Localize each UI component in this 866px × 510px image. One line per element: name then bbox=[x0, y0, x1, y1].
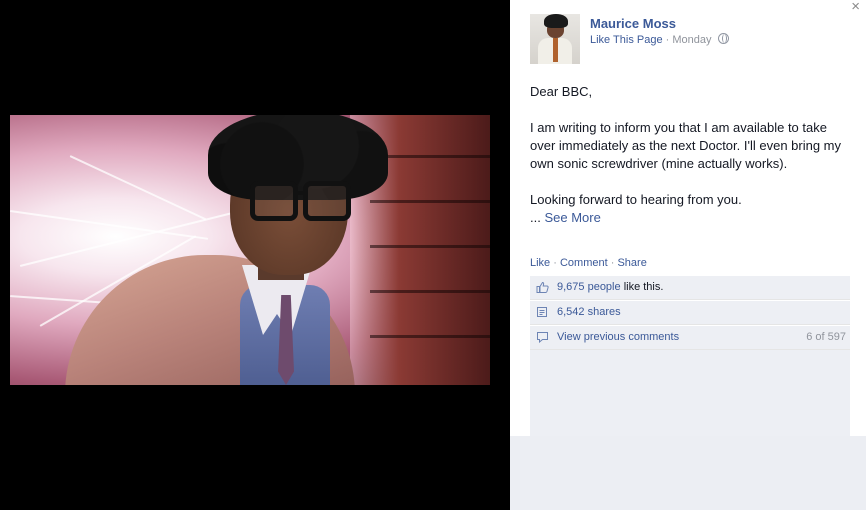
thumbs-up-icon bbox=[536, 281, 549, 293]
avatar[interactable] bbox=[530, 14, 580, 64]
comment-composer-area bbox=[510, 436, 866, 510]
globe-icon[interactable] bbox=[717, 33, 729, 44]
shares-row: 6,542 shares bbox=[530, 301, 850, 325]
close-icon[interactable]: × bbox=[851, 0, 860, 14]
post-meta: Like This Page · Monday bbox=[590, 33, 729, 46]
feedback-box: 9,675 people like this. 6,542 shares Vie… bbox=[530, 276, 850, 351]
view-previous-comments-link[interactable]: View previous comments bbox=[557, 326, 679, 349]
shares-count-link[interactable]: 6,542 shares bbox=[557, 301, 621, 324]
likes-suffix: like this. bbox=[623, 281, 664, 293]
comment-link[interactable]: Comment bbox=[560, 257, 608, 269]
comment-pagination: 6 of 597 bbox=[806, 331, 846, 343]
action-separator: · bbox=[553, 257, 557, 269]
comments-area bbox=[530, 350, 850, 436]
author-name[interactable]: Maurice Moss bbox=[590, 16, 676, 31]
post-actions: Like · Comment · Share bbox=[530, 257, 647, 269]
like-page-link[interactable]: Like This Page bbox=[590, 34, 663, 46]
likes-summary: 9,675 people like this. bbox=[557, 276, 663, 299]
comment-bubble-icon bbox=[537, 332, 548, 343]
photo-viewer-stage bbox=[0, 0, 510, 510]
share-link[interactable]: Share bbox=[617, 257, 646, 269]
post-closing: Looking forward to hearing from you. bbox=[530, 192, 742, 207]
see-more-line: ... See More bbox=[530, 209, 854, 227]
likes-row: 9,675 people like this. bbox=[530, 276, 850, 300]
like-link[interactable]: Like bbox=[530, 257, 550, 269]
share-icon bbox=[537, 307, 547, 317]
ellipsis: ... bbox=[530, 210, 541, 225]
post-photo[interactable] bbox=[10, 115, 490, 385]
post-detail-panel: × Maurice Moss Like This Page · Monday D… bbox=[510, 0, 866, 510]
post-greeting: Dear BBC, bbox=[530, 84, 593, 99]
post-message: Dear BBC, I am writing to inform you tha… bbox=[530, 83, 854, 245]
likes-count-link[interactable]: 9,675 people bbox=[557, 281, 621, 293]
meta-separator: · bbox=[665, 34, 670, 46]
action-separator: · bbox=[610, 257, 615, 269]
previous-comments-row[interactable]: View previous comments 6 of 597 bbox=[530, 326, 850, 350]
see-more-link[interactable]: See More bbox=[544, 210, 600, 225]
post-body: I am writing to inform you that I am ava… bbox=[530, 120, 842, 171]
post-timestamp[interactable]: Monday bbox=[672, 34, 711, 46]
